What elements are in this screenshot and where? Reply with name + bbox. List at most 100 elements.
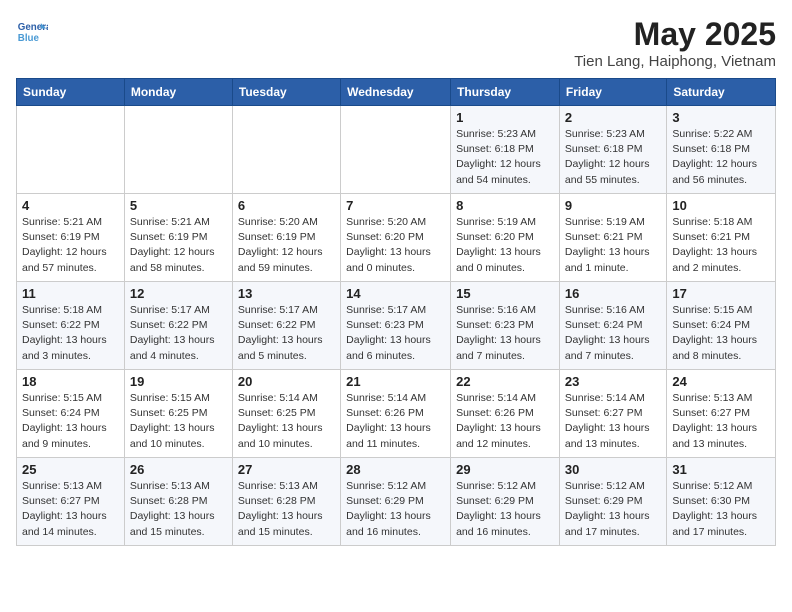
day-detail: Sunrise: 5:23 AM Sunset: 6:18 PM Dayligh… <box>565 127 661 188</box>
day-number: 31 <box>672 462 770 477</box>
calendar-cell: 13Sunrise: 5:17 AM Sunset: 6:22 PM Dayli… <box>232 282 340 370</box>
day-detail: Sunrise: 5:14 AM Sunset: 6:26 PM Dayligh… <box>456 391 554 452</box>
day-detail: Sunrise: 5:21 AM Sunset: 6:19 PM Dayligh… <box>22 215 119 276</box>
calendar-cell: 22 Sunrise: 5:14 AM Sunset: 6:26 PM Dayli… <box>451 370 560 458</box>
calendar-cell <box>124 106 232 194</box>
day-number: 30 <box>565 462 661 477</box>
weekday-header-wednesday: Wednesday <box>341 79 451 106</box>
calendar-cell: 27 Sunrise: 5:13 AM Sunset: 6:28 PM Dayli… <box>232 458 340 546</box>
day-number: 18 <box>22 374 119 389</box>
day-detail: Sunrise: 5:14 AM Sunset: 6:26 PM Dayligh… <box>346 391 445 452</box>
calendar-table: SundayMondayTuesdayWednesdayThursdayFrid… <box>16 78 776 546</box>
day-number: 14 <box>346 286 445 301</box>
calendar-cell: 23 Sunrise: 5:14 AM Sunset: 6:27 PM Dayli… <box>559 370 666 458</box>
calendar-cell: 16 Sunrise: 5:16 AM Sunset: 6:24 PM Dayli… <box>559 282 666 370</box>
day-number: 29 <box>456 462 554 477</box>
day-number: 4 <box>22 198 119 213</box>
day-number: 3 <box>672 110 770 125</box>
day-number: 23 <box>565 374 661 389</box>
calendar-cell: 28 Sunrise: 5:12 AM Sunset: 6:29 PM Dayli… <box>341 458 451 546</box>
day-detail: Sunrise: 5:12 AM Sunset: 6:29 PM Dayligh… <box>346 479 445 540</box>
day-number: 16 <box>565 286 661 301</box>
day-detail: Sunrise: 5:15 AM Sunset: 6:24 PM Dayligh… <box>22 391 119 452</box>
day-detail: Sunrise: 5:16 AM Sunset: 6:24 PM Dayligh… <box>565 303 661 364</box>
day-number: 15 <box>456 286 554 301</box>
day-detail: Sunrise: 5:19 AM Sunset: 6:21 PM Dayligh… <box>565 215 661 276</box>
day-number: 6 <box>238 198 335 213</box>
calendar-cell: 7Sunrise: 5:20 AM Sunset: 6:20 PM Daylig… <box>341 194 451 282</box>
day-detail: Sunrise: 5:15 AM Sunset: 6:25 PM Dayligh… <box>130 391 227 452</box>
day-number: 2 <box>565 110 661 125</box>
calendar-cell: 8 Sunrise: 5:19 AM Sunset: 6:20 PM Daylig… <box>451 194 560 282</box>
day-detail: Sunrise: 5:13 AM Sunset: 6:28 PM Dayligh… <box>130 479 227 540</box>
weekday-header-thursday: Thursday <box>451 79 560 106</box>
day-number: 26 <box>130 462 227 477</box>
calendar-cell: 5 Sunrise: 5:21 AM Sunset: 6:19 PM Daylig… <box>124 194 232 282</box>
day-number: 10 <box>672 198 770 213</box>
day-detail: Sunrise: 5:17 AM Sunset: 6:23 PM Dayligh… <box>346 303 445 364</box>
location-title: Tien Lang, Haiphong, Vietnam <box>574 53 776 70</box>
weekday-header-tuesday: Tuesday <box>232 79 340 106</box>
weekday-header-friday: Friday <box>559 79 666 106</box>
day-detail: Sunrise: 5:14 AM Sunset: 6:25 PM Dayligh… <box>238 391 335 452</box>
day-number: 11 <box>22 286 119 301</box>
day-detail: Sunrise: 5:12 AM Sunset: 6:30 PM Dayligh… <box>672 479 770 540</box>
day-detail: Sunrise: 5:22 AM Sunset: 6:18 PM Dayligh… <box>672 127 770 188</box>
calendar-cell: 9 Sunrise: 5:19 AM Sunset: 6:21 PM Daylig… <box>559 194 666 282</box>
day-detail: Sunrise: 5:13 AM Sunset: 6:28 PM Dayligh… <box>238 479 335 540</box>
page-header: General Blue May 2025 Tien Lang, Haiphon… <box>16 16 776 70</box>
day-number: 20 <box>238 374 335 389</box>
day-number: 27 <box>238 462 335 477</box>
day-detail: Sunrise: 5:16 AM Sunset: 6:23 PM Dayligh… <box>456 303 554 364</box>
calendar-cell: 17 Sunrise: 5:15 AM Sunset: 6:24 PM Dayli… <box>667 282 776 370</box>
weekday-header-saturday: Saturday <box>667 79 776 106</box>
day-number: 25 <box>22 462 119 477</box>
day-number: 21 <box>346 374 445 389</box>
calendar-cell: 26 Sunrise: 5:13 AM Sunset: 6:28 PM Dayli… <box>124 458 232 546</box>
day-number: 19 <box>130 374 227 389</box>
calendar-cell <box>232 106 340 194</box>
calendar-cell: 2 Sunrise: 5:23 AM Sunset: 6:18 PM Daylig… <box>559 106 666 194</box>
calendar-cell: 20 Sunrise: 5:14 AM Sunset: 6:25 PM Dayli… <box>232 370 340 458</box>
day-number: 17 <box>672 286 770 301</box>
calendar-cell: 31 Sunrise: 5:12 AM Sunset: 6:30 PM Dayli… <box>667 458 776 546</box>
weekday-header-sunday: Sunday <box>17 79 125 106</box>
day-number: 8 <box>456 198 554 213</box>
title-block: May 2025 Tien Lang, Haiphong, Vietnam <box>574 16 776 70</box>
day-detail: Sunrise: 5:17 AM Sunset: 6:22 PM Dayligh… <box>130 303 227 364</box>
calendar-cell: 11 Sunrise: 5:18 AM Sunset: 6:22 PM Dayli… <box>17 282 125 370</box>
day-number: 5 <box>130 198 227 213</box>
calendar-cell: 18 Sunrise: 5:15 AM Sunset: 6:24 PM Dayli… <box>17 370 125 458</box>
weekday-header-monday: Monday <box>124 79 232 106</box>
day-detail: Sunrise: 5:20 AM Sunset: 6:19 PM Dayligh… <box>238 215 335 276</box>
day-detail: Sunrise: 5:12 AM Sunset: 6:29 PM Dayligh… <box>456 479 554 540</box>
day-number: 12 <box>130 286 227 301</box>
calendar-cell: 12 Sunrise: 5:17 AM Sunset: 6:22 PM Dayli… <box>124 282 232 370</box>
day-number: 28 <box>346 462 445 477</box>
day-detail: Sunrise: 5:14 AM Sunset: 6:27 PM Dayligh… <box>565 391 661 452</box>
day-detail: Sunrise: 5:15 AM Sunset: 6:24 PM Dayligh… <box>672 303 770 364</box>
day-detail: Sunrise: 5:21 AM Sunset: 6:19 PM Dayligh… <box>130 215 227 276</box>
calendar-cell: 1Sunrise: 5:23 AM Sunset: 6:18 PM Daylig… <box>451 106 560 194</box>
calendar-cell: 24Sunrise: 5:13 AM Sunset: 6:27 PM Dayli… <box>667 370 776 458</box>
calendar-cell: 6 Sunrise: 5:20 AM Sunset: 6:19 PM Daylig… <box>232 194 340 282</box>
day-detail: Sunrise: 5:23 AM Sunset: 6:18 PM Dayligh… <box>456 127 554 188</box>
calendar-cell: 4 Sunrise: 5:21 AM Sunset: 6:19 PM Daylig… <box>17 194 125 282</box>
calendar-cell: 3 Sunrise: 5:22 AM Sunset: 6:18 PM Daylig… <box>667 106 776 194</box>
svg-text:Blue: Blue <box>18 33 40 44</box>
day-detail: Sunrise: 5:18 AM Sunset: 6:22 PM Dayligh… <box>22 303 119 364</box>
day-detail: Sunrise: 5:19 AM Sunset: 6:20 PM Dayligh… <box>456 215 554 276</box>
calendar-cell <box>17 106 125 194</box>
calendar-cell: 10 Sunrise: 5:18 AM Sunset: 6:21 PM Dayli… <box>667 194 776 282</box>
day-detail: Sunrise: 5:18 AM Sunset: 6:21 PM Dayligh… <box>672 215 770 276</box>
calendar-cell <box>341 106 451 194</box>
calendar-cell: 21 Sunrise: 5:14 AM Sunset: 6:26 PM Dayli… <box>341 370 451 458</box>
day-number: 9 <box>565 198 661 213</box>
calendar-cell: 19 Sunrise: 5:15 AM Sunset: 6:25 PM Dayli… <box>124 370 232 458</box>
day-detail: Sunrise: 5:12 AM Sunset: 6:29 PM Dayligh… <box>565 479 661 540</box>
day-number: 13 <box>238 286 335 301</box>
calendar-cell: 15 Sunrise: 5:16 AM Sunset: 6:23 PM Dayli… <box>451 282 560 370</box>
month-title: May 2025 <box>574 16 776 53</box>
day-number: 22 <box>456 374 554 389</box>
day-detail: Sunrise: 5:13 AM Sunset: 6:27 PM Dayligh… <box>672 391 770 452</box>
